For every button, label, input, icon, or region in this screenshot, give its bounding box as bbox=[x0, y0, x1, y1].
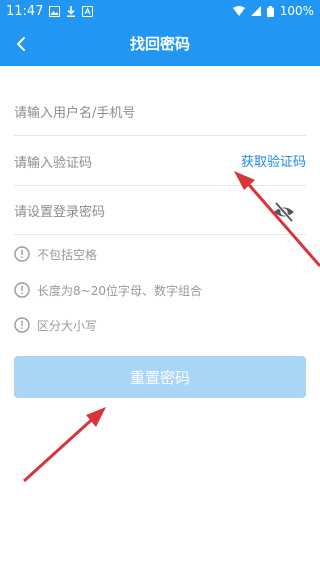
arrow-to-reset-button bbox=[22, 407, 106, 483]
get-code-button[interactable]: 获取验证码 bbox=[241, 140, 306, 186]
status-time: 11:47 bbox=[6, 3, 44, 19]
password-input[interactable] bbox=[14, 189, 224, 235]
image-icon bbox=[49, 5, 61, 17]
wifi-icon bbox=[232, 6, 245, 16]
status-bar: 11:47 100% bbox=[0, 0, 320, 22]
rule-item: 不包括空格 bbox=[14, 244, 97, 264]
battery-icon bbox=[266, 5, 274, 17]
code-field-row: 获取验证码 bbox=[14, 140, 306, 186]
page-title: 找回密码 bbox=[129, 35, 190, 53]
info-icon bbox=[14, 246, 30, 262]
rule-text: 区分大小写 bbox=[37, 318, 98, 333]
eye-off-icon[interactable] bbox=[272, 200, 296, 224]
username-input[interactable] bbox=[14, 90, 224, 136]
app-header: 找回密码 bbox=[0, 22, 320, 66]
rule-text: 长度为8~20位字母、数字组合 bbox=[37, 283, 202, 298]
rule-text: 不包括空格 bbox=[37, 247, 98, 262]
battery-level: 100% bbox=[279, 4, 314, 18]
info-icon bbox=[14, 282, 30, 298]
username-field-row bbox=[14, 90, 306, 136]
rule-item: 长度为8~20位字母、数字组合 bbox=[14, 280, 202, 300]
signal-icon bbox=[250, 6, 261, 16]
download-icon bbox=[66, 5, 76, 17]
info-icon bbox=[14, 317, 30, 333]
password-field-row bbox=[14, 189, 306, 235]
reset-password-button[interactable]: 重置密码 bbox=[14, 356, 306, 398]
rule-item: 区分大小写 bbox=[14, 315, 97, 335]
verification-code-input[interactable] bbox=[14, 140, 224, 186]
app-icon bbox=[82, 5, 94, 17]
